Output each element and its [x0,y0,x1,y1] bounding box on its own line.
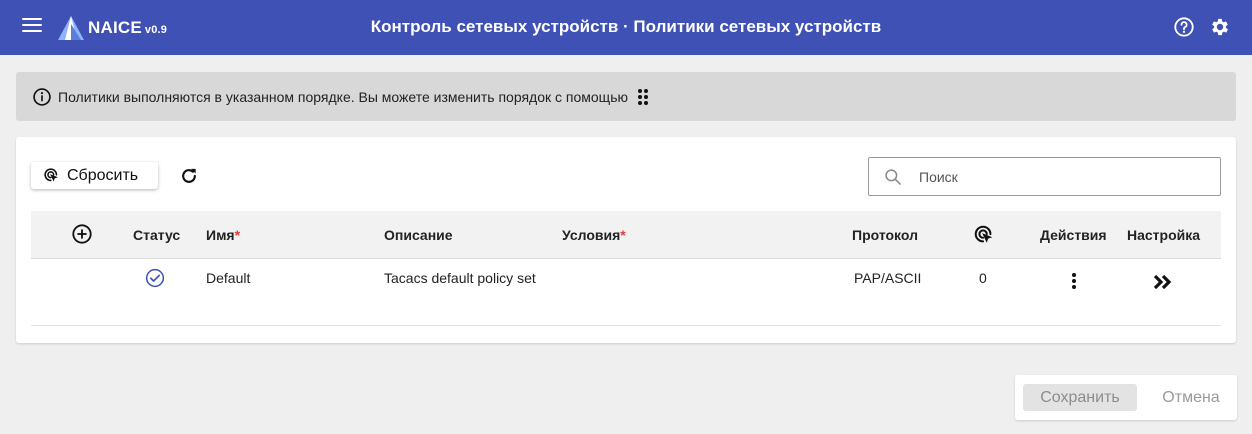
cell-hits: 0 [979,270,987,286]
drag-handle-icon [638,88,648,105]
save-button[interactable]: Сохранить [1023,384,1137,411]
kebab-icon[interactable] [1066,271,1082,291]
app-header: NAICE v0.9 Контроль сетевых устройств · П… [0,0,1252,55]
col-name: Имя* [206,227,240,243]
col-conditions-label: Условия [562,227,621,243]
col-status: Статус [133,227,181,243]
gear-icon[interactable] [1209,16,1231,38]
col-conditions: Условия* [562,227,626,243]
refresh-icon[interactable] [179,166,199,186]
table-row[interactable]: Default Tacacs default policy set PAP/AS… [31,259,1221,326]
cell-protocol: PAP/ASCII [854,270,922,286]
required-mark: * [620,227,626,243]
policies-card: Сбросить Статус Имя* Описание Условия* П… [16,137,1236,343]
add-circle-icon[interactable] [71,223,93,245]
cancel-button[interactable]: Отмена [1155,384,1227,411]
search-icon [885,169,901,185]
search-input[interactable] [919,166,1209,188]
check-circle-icon [145,268,165,288]
col-settings: Настройка [1127,227,1201,243]
search-box[interactable] [868,157,1221,196]
table-header: Статус Имя* Описание Условия* Протокол Д… [31,211,1221,259]
col-protocol: Протокол [852,227,918,243]
info-text: Политики выполняются в указанном порядке… [58,88,628,105]
info-banner: Политики выполняются в указанном порядке… [16,72,1236,121]
required-mark: * [234,227,241,243]
info-icon [33,87,51,106]
reset-label: Сбросить [67,166,139,184]
help-icon[interactable] [1173,16,1195,38]
double-chevron-icon[interactable] [1153,273,1173,291]
page-title: Контроль сетевых устройств · Политики се… [370,17,882,36]
cell-name: Default [206,270,251,286]
reset-button[interactable]: Сбросить [31,162,158,189]
form-actions: Сохранить Отмена [1015,375,1237,420]
hits-cursor-icon [974,225,993,243]
cell-description: Tacacs default policy set [384,270,536,286]
col-description: Описание [384,227,453,243]
col-name-label: Имя [206,227,235,243]
col-actions: Действия [1040,227,1107,243]
reset-cursor-icon [44,168,58,182]
